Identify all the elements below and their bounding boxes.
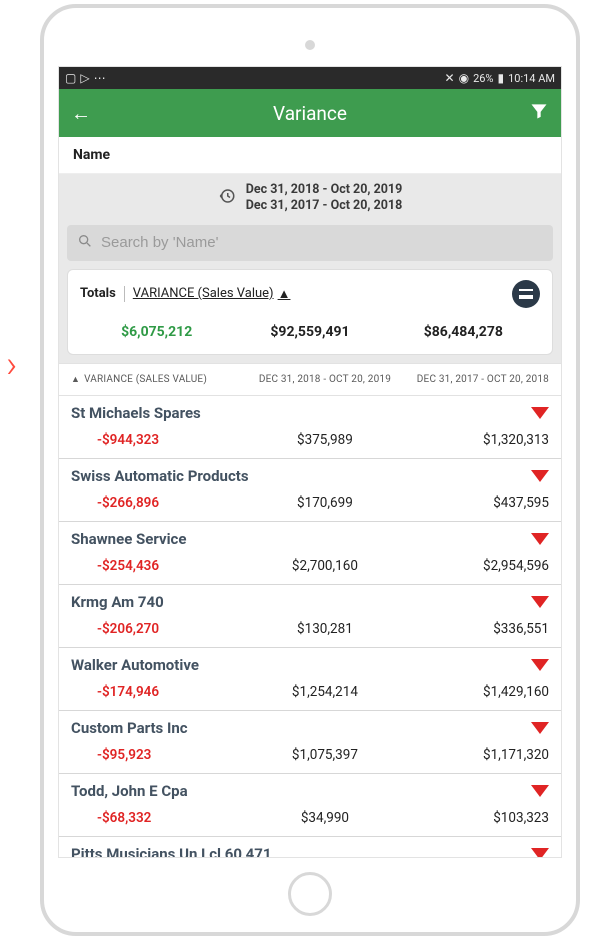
wifi-icon: ◉ [459,71,469,85]
vibrate-icon: ✕ [445,71,455,85]
row-period1: $34,990 [250,810,399,826]
camera-dot [305,40,315,50]
page-title: Variance [59,102,561,125]
totals-box: Totals VARIANCE (Sales Value) ▲ $6,075,2… [67,269,553,355]
back-icon[interactable]: ← [71,101,91,126]
totals-sort-label: VARIANCE (Sales Value) [133,286,274,301]
row-variance: -$206,270 [71,621,250,637]
table-row: Walker Automotive -$174,946$1,254,214$1,4… [59,648,561,711]
totals-menu-button[interactable] [512,280,540,308]
status-bar: ▢ ▷ ⋯ ✕ ◉ 26% ▮ 10:14 AM [59,67,561,89]
row-variance: -$944,323 [71,432,250,448]
row-period1: $2,700,160 [250,558,399,574]
row-period2: $1,429,160 [400,684,549,700]
row-period2: $1,320,313 [400,432,549,448]
table-row: Krmg Am 740 -$206,270$130,281$336,551 [59,585,561,648]
row-variance: -$266,896 [71,495,250,511]
table-row: Shawnee Service -$254,436$2,700,160$2,954… [59,522,561,585]
sort-asc-icon: ▲ [278,286,291,302]
search-box[interactable] [67,225,553,261]
table-row: Todd, John E Cpa -$68,332$34,990$103,323 [59,774,561,837]
search-input[interactable] [101,234,543,251]
totals-sort-button[interactable]: VARIANCE (Sales Value) ▲ [124,286,291,302]
row-period1: $130,281 [250,621,399,637]
status-icon: ▷ [80,71,89,85]
row-period1: $170,699 [250,495,399,511]
row-period2: $336,551 [400,621,549,637]
row-period2: $103,323 [400,810,549,826]
search-wrap [59,217,561,269]
battery-icon: ▮ [497,71,504,85]
col-period2[interactable]: DEC 31, 2017 - OCT 20, 2018 [400,374,549,385]
totals-label: Totals [80,286,116,301]
expand-row-icon[interactable] [531,533,549,545]
expand-row-icon[interactable] [531,848,549,859]
row-name: Shawnee Service [71,530,186,548]
row-name: Todd, John E Cpa [71,782,188,800]
table-row: St Michaels Spares -$944,323$375,989$1,32… [59,396,561,459]
table-row: Swiss Automatic Products -$266,896$170,69… [59,459,561,522]
row-variance: -$95,923 [71,747,250,763]
app-header: ← Variance [59,89,561,137]
row-period1: $1,254,214 [250,684,399,700]
row-name: Pitts Musicians Un Lcl 60 471 [71,845,272,859]
table-row: Custom Parts Inc -$95,923$1,075,397$1,171… [59,711,561,774]
status-right: ✕ ◉ 26% ▮ 10:14 AM [445,71,555,85]
row-name: St Michaels Spares [71,404,201,422]
tablet-frame: ▢ ▷ ⋯ ✕ ◉ 26% ▮ 10:14 AM ← Variance Name [40,4,580,936]
date-range-current: Dec 31, 2018 - Oct 20, 2019 [246,182,403,198]
col-variance[interactable]: ▲ VARIANCE (SALES VALUE) [71,374,250,385]
row-period2: $1,171,320 [400,747,549,763]
status-left: ▢ ▷ ⋯ [65,71,106,85]
row-period2: $437,595 [400,495,549,511]
row-variance: -$174,946 [71,684,250,700]
row-name: Custom Parts Inc [71,719,188,737]
row-variance: -$254,436 [71,558,250,574]
row-period1: $375,989 [250,432,399,448]
status-icon: ▢ [65,71,76,85]
app-screen: ▢ ▷ ⋯ ✕ ◉ 26% ▮ 10:14 AM ← Variance Name [58,66,562,858]
data-rows: St Michaels Spares -$944,323$375,989$1,32… [59,396,561,859]
expand-row-icon[interactable] [531,659,549,671]
row-name: Krmg Am 740 [71,593,164,611]
table-row: Pitts Musicians Un Lcl 60 471 [59,837,561,859]
row-name: Swiss Automatic Products [71,467,249,485]
totals-period1: $92,559,491 [233,324,386,340]
battery-text: 26% [473,72,493,85]
col-period1[interactable]: DEC 31, 2018 - OCT 20, 2019 [250,374,399,385]
side-chevron-icon: › [6,346,17,384]
totals-wrap: Totals VARIANCE (Sales Value) ▲ $6,075,2… [59,269,561,363]
date-range-previous: Dec 31, 2017 - Oct 20, 2018 [246,198,403,214]
col-variance-label: VARIANCE (SALES VALUE) [84,374,207,385]
sort-asc-icon: ▲ [71,374,80,385]
expand-row-icon[interactable] [531,596,549,608]
row-period2: $2,954,596 [400,558,549,574]
row-variance: -$68,332 [71,810,250,826]
row-period1: $1,075,397 [250,747,399,763]
hamburger-icon [519,289,533,299]
column-headers: ▲ VARIANCE (SALES VALUE) DEC 31, 2018 - … [59,363,561,396]
home-button[interactable] [288,872,332,916]
name-label: Name [59,137,561,174]
clock-text: 10:14 AM [508,72,555,85]
filter-icon[interactable] [529,101,549,126]
totals-variance: $6,075,212 [80,324,233,340]
expand-row-icon[interactable] [531,470,549,482]
status-icon: ⋯ [94,71,106,85]
date-range-panel: Dec 31, 2018 - Oct 20, 2019 Dec 31, 2017… [59,174,561,217]
expand-row-icon[interactable] [531,785,549,797]
row-name: Walker Automotive [71,656,199,674]
history-icon [218,187,236,209]
expand-row-icon[interactable] [531,407,549,419]
expand-row-icon[interactable] [531,722,549,734]
totals-period2: $86,484,278 [387,324,540,340]
search-icon [77,233,93,253]
